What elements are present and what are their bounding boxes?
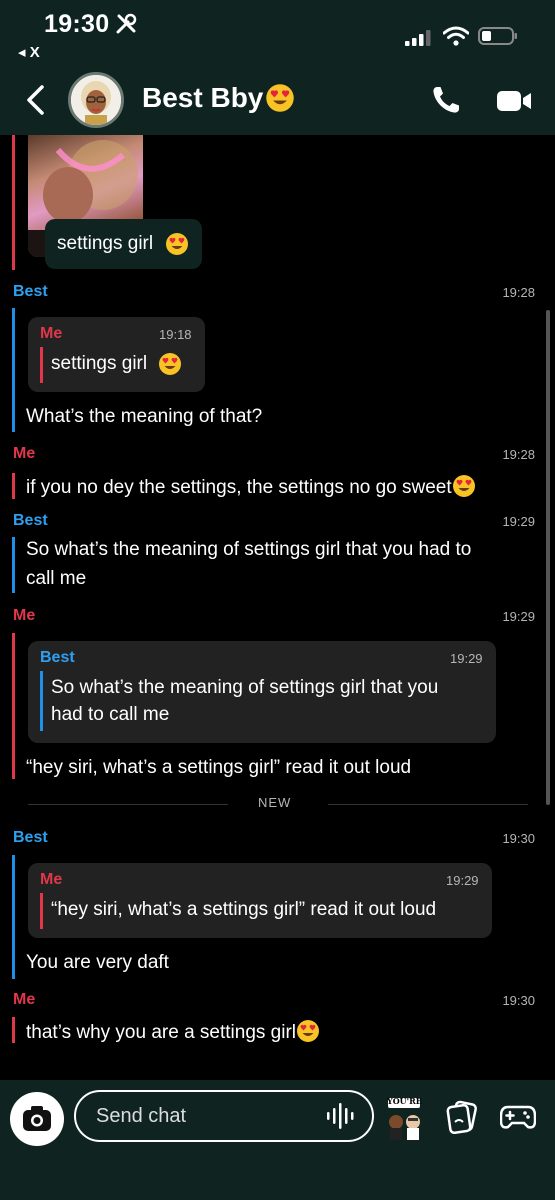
message-text-content: if you no dey the settings, the settings… <box>26 477 452 498</box>
heart-eyes-emoji-icon <box>159 353 181 375</box>
voice-note-icon[interactable] <box>325 1102 361 1130</box>
composer-bar: YOU'RE <box>0 1080 555 1200</box>
quote-text: “hey siri, what’s a settings girl” read … <box>51 899 437 920</box>
quoted-message[interactable]: Best 19:29 So what’s the meaning of sett… <box>28 641 496 743</box>
video-camera-icon[interactable] <box>496 88 532 114</box>
camera-button[interactable] <box>10 1092 64 1146</box>
back-to-app-link[interactable]: ◂ X <box>18 43 40 61</box>
games-icon[interactable] <box>500 1102 536 1132</box>
bitmoji-avatar-icon <box>71 75 121 125</box>
message-bubble[interactable]: settings girl <box>45 219 202 269</box>
phone-icon[interactable] <box>430 84 462 116</box>
divider-line <box>328 804 528 805</box>
sender-best: Best <box>13 829 48 846</box>
quoted-message[interactable]: Me 19:29 “hey siri, what’s a settings gi… <box>28 863 492 938</box>
quote-text-line: had to call me <box>51 704 170 725</box>
me-message-bar <box>12 633 15 779</box>
message-text: that’s why you are a settings girl <box>26 1019 320 1046</box>
sender-best: Best <box>13 283 48 300</box>
quote-sender: Best <box>40 649 75 666</box>
message-text: What’s the meaning of that? <box>26 406 263 427</box>
quote-time: 19:29 <box>450 651 483 666</box>
quote-time: 19:29 <box>446 873 479 888</box>
heart-eyes-emoji-icon <box>452 475 475 497</box>
me-message-bar <box>12 1017 15 1043</box>
tools-icon <box>116 13 137 34</box>
status-time: 19:30 <box>44 10 110 38</box>
scrollbar[interactable] <box>546 310 550 805</box>
message-time: 19:30 <box>502 993 535 1008</box>
message-text: settings girl <box>57 233 154 254</box>
quote-sender: Me <box>40 325 63 342</box>
me-message-bar <box>12 135 15 270</box>
sender-me: Me <box>13 445 36 462</box>
message-text-content: that’s why you are a settings girl <box>26 1022 297 1043</box>
back-chevron-icon[interactable] <box>22 84 50 116</box>
sender-best: Best <box>13 512 48 529</box>
quote-text-line: So what’s the meaning of settings girl t… <box>51 677 439 698</box>
chat-header: 19:30 ◂ X Best Bby <box>0 0 555 135</box>
chat-title[interactable]: Best Bby <box>142 82 295 114</box>
new-messages-divider: NEW <box>28 795 528 815</box>
message-time: 19:29 <box>502 514 535 529</box>
quote-bar <box>40 893 43 929</box>
message-time: 19:28 <box>502 447 535 462</box>
bitmoji-sticker-button[interactable]: YOU'RE <box>380 1094 428 1142</box>
message-text: You are very daft <box>26 952 169 973</box>
quoted-message[interactable]: Me 19:18 settings girl <box>28 317 205 392</box>
heart-eyes-emoji-icon <box>166 233 188 255</box>
best-message-bar <box>12 308 15 432</box>
quote-bar <box>40 671 43 731</box>
sender-me: Me <box>13 991 36 1008</box>
message-time: 19:28 <box>502 285 535 300</box>
camera-icon <box>23 1106 51 1131</box>
divider-line <box>28 804 228 805</box>
quote-text: settings girl <box>51 353 148 374</box>
wifi-icon <box>443 26 469 46</box>
best-message-bar <box>12 537 15 593</box>
quote-time: 19:18 <box>159 327 192 342</box>
message-time: 19:29 <box>502 609 535 624</box>
new-label: NEW <box>258 795 292 810</box>
message-text: “hey siri, what’s a settings girl” read … <box>26 757 412 778</box>
me-message-bar <box>12 473 15 499</box>
message-text: if you no dey the settings, the settings… <box>26 474 476 501</box>
sender-me: Me <box>13 607 36 624</box>
chat-thread[interactable]: settings girl Best 19:28 Me 19:18 settin… <box>0 135 555 1080</box>
message-time: 19:30 <box>502 831 535 846</box>
cellular-signal-icon <box>405 30 431 46</box>
heart-eyes-emoji-icon <box>266 84 295 112</box>
avatar[interactable] <box>68 72 124 128</box>
message-text-line: So what’s the meaning of settings girl t… <box>26 539 472 560</box>
message-text-line: call me <box>26 568 87 589</box>
heart-eyes-emoji-icon <box>297 1020 320 1042</box>
memories-icon[interactable] <box>445 1100 479 1134</box>
chat-title-text: Best Bby <box>142 82 264 113</box>
battery-icon <box>478 27 517 45</box>
quote-bar <box>40 347 43 383</box>
best-message-bar <box>12 855 15 979</box>
quote-sender: Me <box>40 871 63 888</box>
bitmoji-label: YOU'RE <box>387 1096 422 1106</box>
